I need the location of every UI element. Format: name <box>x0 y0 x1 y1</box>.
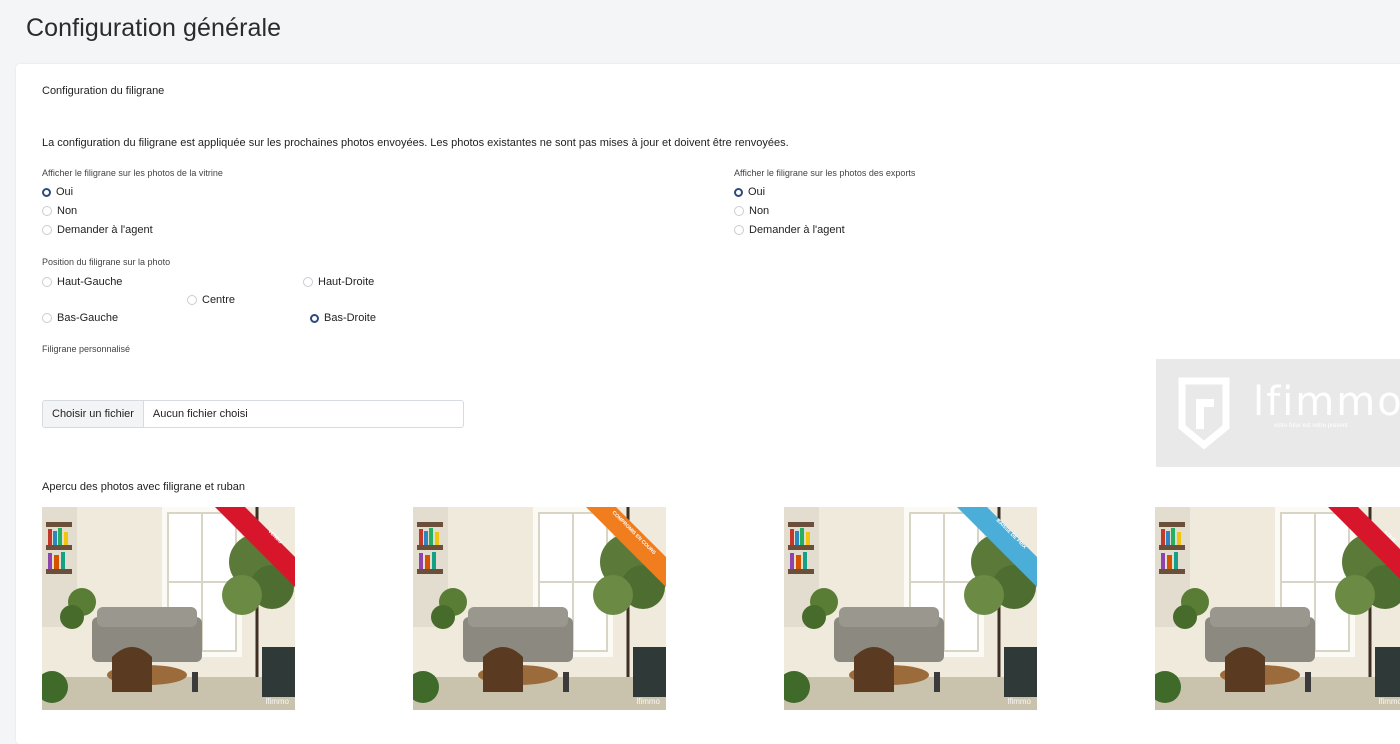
photo-watermark: lfimmo <box>1007 697 1031 706</box>
radio-checked-icon <box>42 187 51 197</box>
radio-label: Demander à l'agent <box>749 224 845 236</box>
preview-photo: VENDU lfimmo <box>42 507 295 710</box>
vitrine-radio-non[interactable]: Non <box>42 204 77 218</box>
preview-photo: BAISSE DE PRIX lfimmo <box>784 507 1037 710</box>
ribbon <box>1328 507 1400 579</box>
radio-checked-icon <box>734 187 743 197</box>
vitrine-radio-oui[interactable]: Oui <box>42 185 73 199</box>
exports-radio-demander[interactable]: Demander à l'agent <box>734 223 845 237</box>
position-radio-centre[interactable]: Centre <box>187 293 235 307</box>
radio-icon <box>734 225 744 235</box>
logo-text: lfimmo <box>1253 379 1400 425</box>
current-watermark-logo: lfimmo votre futur est notre présent <box>1156 359 1400 467</box>
radio-icon <box>42 313 52 323</box>
radio-checked-icon <box>310 313 319 323</box>
position-radio-bas-droite[interactable]: Bas-Droite <box>310 311 376 325</box>
radio-label: Bas-Droite <box>324 312 376 324</box>
page-title: Configuration générale <box>26 14 282 42</box>
card-title: Configuration du filigrane <box>42 85 165 97</box>
file-input[interactable]: Choisir un fichier Aucun fichier choisi <box>42 400 464 428</box>
watermark-config-card: Configuration du filigrane La configurat… <box>16 64 1400 744</box>
radio-icon <box>187 295 197 305</box>
radio-label: Non <box>749 205 770 217</box>
exports-radio-non[interactable]: Non <box>734 204 769 218</box>
photo-watermark: lfimmo <box>1378 697 1400 706</box>
photo-watermark: lfimmo <box>636 697 660 706</box>
radio-icon <box>734 206 744 216</box>
logo-shield-icon <box>1178 377 1230 450</box>
radio-label: Haut-Gauche <box>57 276 123 288</box>
radio-icon <box>303 277 313 287</box>
exports-radio-oui[interactable]: Oui <box>734 185 765 199</box>
vitrine-label: Afficher le filigrane sur les photos de … <box>42 168 223 178</box>
preview-photo: LOUÉ lfimmo <box>1155 507 1400 710</box>
position-radio-haut-droite[interactable]: Haut-Droite <box>303 275 374 289</box>
watermark-notice: La configuration du filigrane est appliq… <box>42 137 789 149</box>
radio-label: Bas-Gauche <box>57 312 119 324</box>
position-label: Position du filigrane sur la photo <box>42 257 171 267</box>
photo-watermark: lfimmo <box>265 697 289 706</box>
ribbon <box>215 507 295 587</box>
preview-label: Apercu des photos avec filigrane et ruba… <box>42 481 246 493</box>
radio-icon <box>42 206 52 216</box>
radio-label: Demander à l'agent <box>57 224 153 236</box>
vitrine-radio-demander[interactable]: Demander à l'agent <box>42 223 153 237</box>
preview-photo: COMPROMIS EN COURS lfimmo <box>413 507 666 710</box>
file-status: Aucun fichier choisi <box>152 408 248 420</box>
position-radio-bas-gauche[interactable]: Bas-Gauche <box>42 311 118 325</box>
custom-watermark-label: Filigrane personnalisé <box>42 344 131 354</box>
radio-label: Oui <box>748 186 766 198</box>
radio-label: Centre <box>202 294 236 306</box>
choose-file-button[interactable]: Choisir un fichier <box>43 401 144 427</box>
radio-label: Oui <box>56 186 74 198</box>
position-radio-haut-gauche[interactable]: Haut-Gauche <box>42 275 122 289</box>
exports-label: Afficher le filigrane sur les photos des… <box>734 168 916 178</box>
radio-label: Non <box>57 205 78 217</box>
radio-label: Haut-Droite <box>318 276 375 288</box>
logo-tagline: votre futur est notre présent <box>1274 423 1348 429</box>
radio-icon <box>42 225 52 235</box>
ribbon <box>586 507 666 587</box>
radio-icon <box>42 277 52 287</box>
